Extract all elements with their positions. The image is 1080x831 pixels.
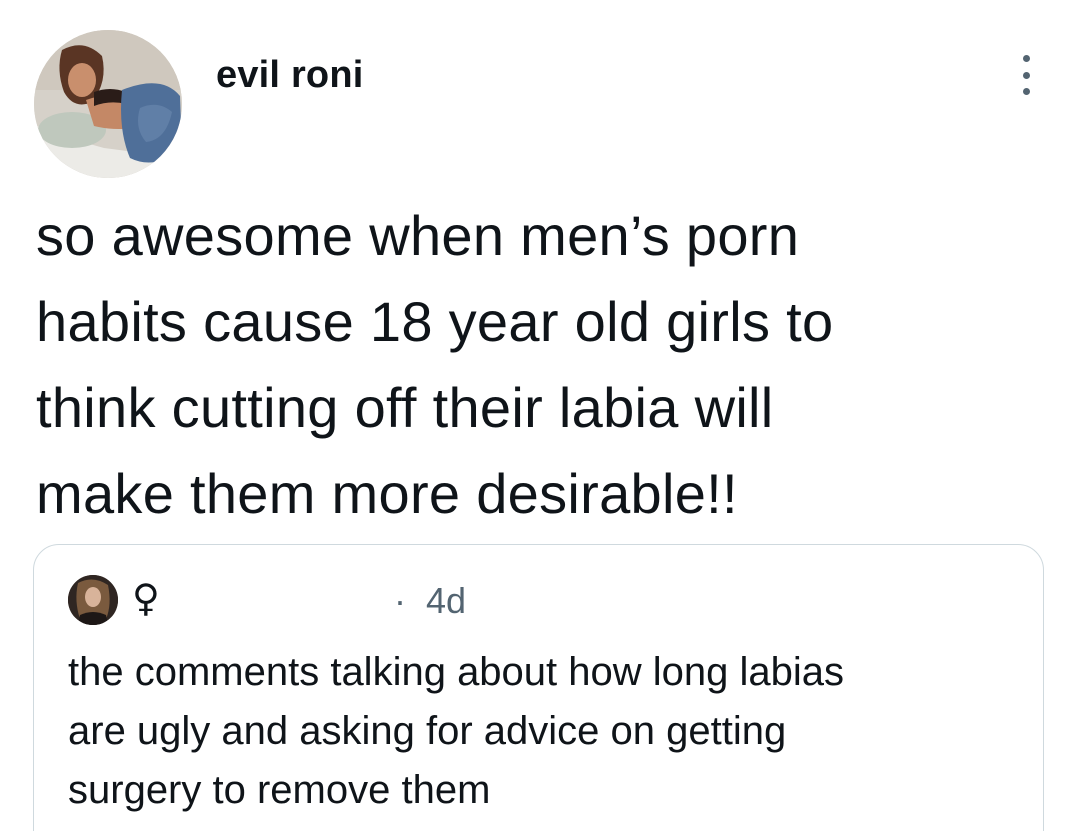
author-avatar[interactable] xyxy=(34,30,182,178)
quoted-tweet-text: the comments talking about how long labi… xyxy=(68,643,1028,820)
meta-separator: · xyxy=(394,580,406,621)
tweet-text-line: habits cause 18 year old girls to xyxy=(36,290,834,353)
profile-photo-image xyxy=(34,30,182,178)
more-vertical-icon-dot xyxy=(1022,88,1030,95)
quoted-text-line: are ugly and asking for advice on gettin… xyxy=(68,709,787,753)
quoted-tweet-meta: · 4d xyxy=(394,577,466,625)
quoted-author-name[interactable]: ♀ xyxy=(132,573,160,623)
tweet-screenshot: evil roni so awesome when men’s porn hab… xyxy=(0,0,1080,831)
tweet-text: so awesome when men’s porn habits cause … xyxy=(36,193,1046,537)
tweet-text-line: make them more desirable!! xyxy=(36,462,738,525)
tweet-text-line: so awesome when men’s porn xyxy=(36,204,800,267)
author-display-name[interactable]: evil roni xyxy=(216,54,364,97)
quoted-author-avatar[interactable] xyxy=(68,575,118,625)
more-vertical-icon-dot xyxy=(1022,71,1030,79)
quoted-profile-photo-image xyxy=(68,575,118,625)
quoted-tweet-time[interactable]: 4d xyxy=(426,580,466,621)
quoted-text-line: surgery to remove them xyxy=(68,768,491,812)
more-options-button[interactable] xyxy=(1008,55,1044,95)
quoted-text-line: the comments talking about how long labi… xyxy=(68,650,845,694)
tweet-text-line: think cutting off their labia will xyxy=(36,376,774,439)
more-vertical-icon xyxy=(1022,55,1030,62)
quoted-tweet-card[interactable]: ♀ · 4d the comments talking about how lo… xyxy=(33,544,1044,831)
